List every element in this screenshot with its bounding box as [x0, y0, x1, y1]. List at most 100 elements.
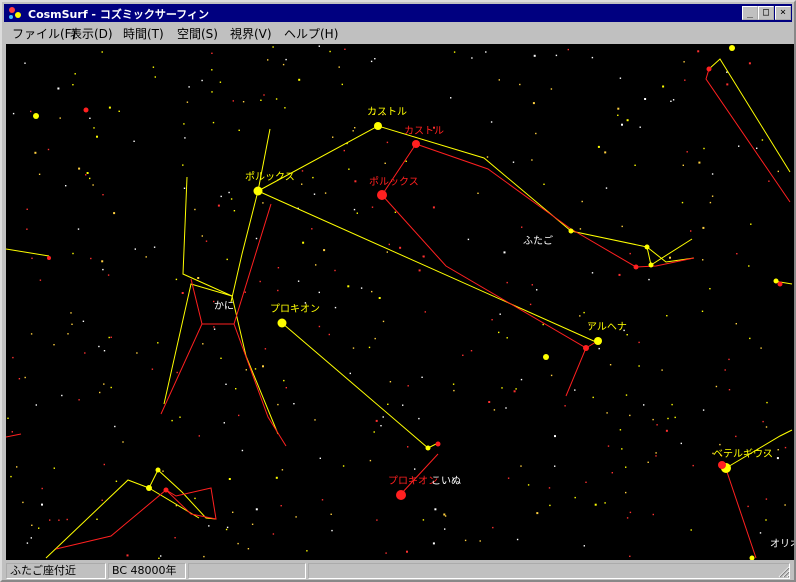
west-line-yellow — [6, 248, 50, 257]
resize-grip-icon[interactable] — [778, 566, 790, 578]
background-star — [471, 57, 473, 59]
background-star — [323, 249, 326, 252]
background-star — [314, 419, 316, 421]
background-star — [174, 537, 176, 539]
background-star — [90, 257, 92, 260]
background-star — [211, 52, 213, 54]
background-star — [702, 409, 705, 411]
background-star — [145, 256, 147, 258]
star-red — [47, 256, 51, 260]
pollux-star-yellow[interactable] — [253, 186, 263, 196]
background-star — [498, 79, 500, 81]
background-star — [277, 267, 280, 269]
background-star — [194, 208, 196, 211]
background-star — [328, 333, 330, 336]
background-star — [108, 106, 111, 109]
minimize-button[interactable]: _ — [742, 6, 758, 20]
menu-time[interactable]: 時間(T) — [123, 25, 164, 42]
castor-star-red[interactable] — [412, 140, 420, 148]
star-map[interactable]: カストル カストル ポルックス ポルックス プロキオン プロキオン アルヘナ ベ… — [6, 44, 794, 560]
background-star — [579, 315, 581, 317]
background-star — [402, 404, 404, 406]
background-star — [607, 445, 610, 447]
background-star — [226, 258, 228, 261]
background-star — [194, 497, 196, 500]
background-star — [703, 147, 705, 150]
cancer-line-red — [202, 203, 272, 325]
menu-help[interactable]: ヘルプ(H) — [284, 25, 338, 42]
gemini-line-yellow — [257, 190, 597, 343]
background-star — [103, 463, 105, 466]
background-star — [492, 526, 494, 529]
background-star — [609, 364, 612, 366]
background-star — [41, 503, 43, 506]
background-star — [550, 88, 553, 90]
background-star — [318, 325, 321, 328]
menu-view[interactable]: 表示(D) — [70, 25, 113, 42]
procyon-star-red[interactable] — [396, 490, 406, 500]
background-star — [533, 54, 536, 57]
cancer-line-red — [233, 323, 287, 447]
sky-view[interactable]: カストル カストル ポルックス ポルックス プロキオン プロキオン アルヘナ ベ… — [6, 44, 794, 560]
background-star — [369, 459, 372, 462]
background-star — [93, 127, 95, 129]
star-yellow — [729, 45, 735, 51]
background-star — [531, 284, 533, 286]
background-star — [349, 372, 351, 375]
background-star — [66, 518, 68, 521]
close-button[interactable]: × — [775, 6, 791, 20]
background-star — [690, 529, 692, 531]
background-star — [386, 251, 388, 253]
background-star — [711, 173, 714, 175]
menu-field-of-view[interactable]: 視界(V) — [230, 25, 272, 42]
procyon-star-yellow[interactable] — [277, 318, 287, 328]
background-star — [86, 172, 89, 174]
pollux-star-red[interactable] — [377, 190, 387, 200]
background-star — [293, 403, 295, 405]
star-labels: カストル カストル ポルックス ポルックス プロキオン プロキオン アルヘナ ベ… — [214, 106, 794, 550]
background-star — [701, 310, 704, 312]
star-yellow — [543, 354, 549, 360]
background-star — [319, 457, 321, 459]
star-yellow — [155, 467, 161, 473]
background-star — [382, 416, 384, 418]
background-star — [219, 81, 222, 83]
background-star — [213, 326, 215, 328]
background-star — [26, 208, 28, 210]
background-star — [58, 519, 60, 521]
background-star — [285, 387, 287, 389]
background-star — [768, 180, 770, 182]
background-star — [202, 343, 204, 345]
castor-star-yellow[interactable] — [374, 122, 382, 130]
betelgeuse-star-red[interactable] — [718, 461, 726, 469]
background-star — [407, 446, 409, 448]
background-star — [228, 191, 230, 194]
background-star — [470, 350, 473, 352]
background-star — [203, 555, 205, 558]
menu-space[interactable]: 空間(S) — [177, 25, 218, 42]
background-star — [521, 226, 523, 228]
background-star — [213, 328, 216, 330]
star-red — [633, 264, 639, 270]
background-star — [110, 386, 112, 389]
background-star — [24, 376, 26, 379]
background-star — [11, 431, 13, 433]
background-star — [618, 273, 621, 276]
canis-minor-line-yellow — [281, 322, 437, 449]
background-star — [765, 498, 768, 500]
background-star — [715, 385, 718, 388]
background-star — [284, 107, 286, 109]
menu-file[interactable]: ファイル(F) — [12, 25, 76, 42]
background-star — [550, 374, 553, 377]
background-star — [669, 256, 671, 259]
background-star — [505, 407, 507, 409]
background-star — [516, 538, 519, 541]
background-star — [644, 98, 647, 100]
alhena-star-yellow[interactable] — [594, 337, 602, 345]
title-bar[interactable]: CosmSurf - コズミックサーフィン _ □ × — [4, 4, 792, 22]
background-star — [536, 289, 538, 291]
background-star — [661, 369, 663, 371]
maximize-button[interactable]: □ — [758, 6, 774, 20]
background-star — [133, 140, 135, 142]
star-red — [706, 66, 712, 72]
